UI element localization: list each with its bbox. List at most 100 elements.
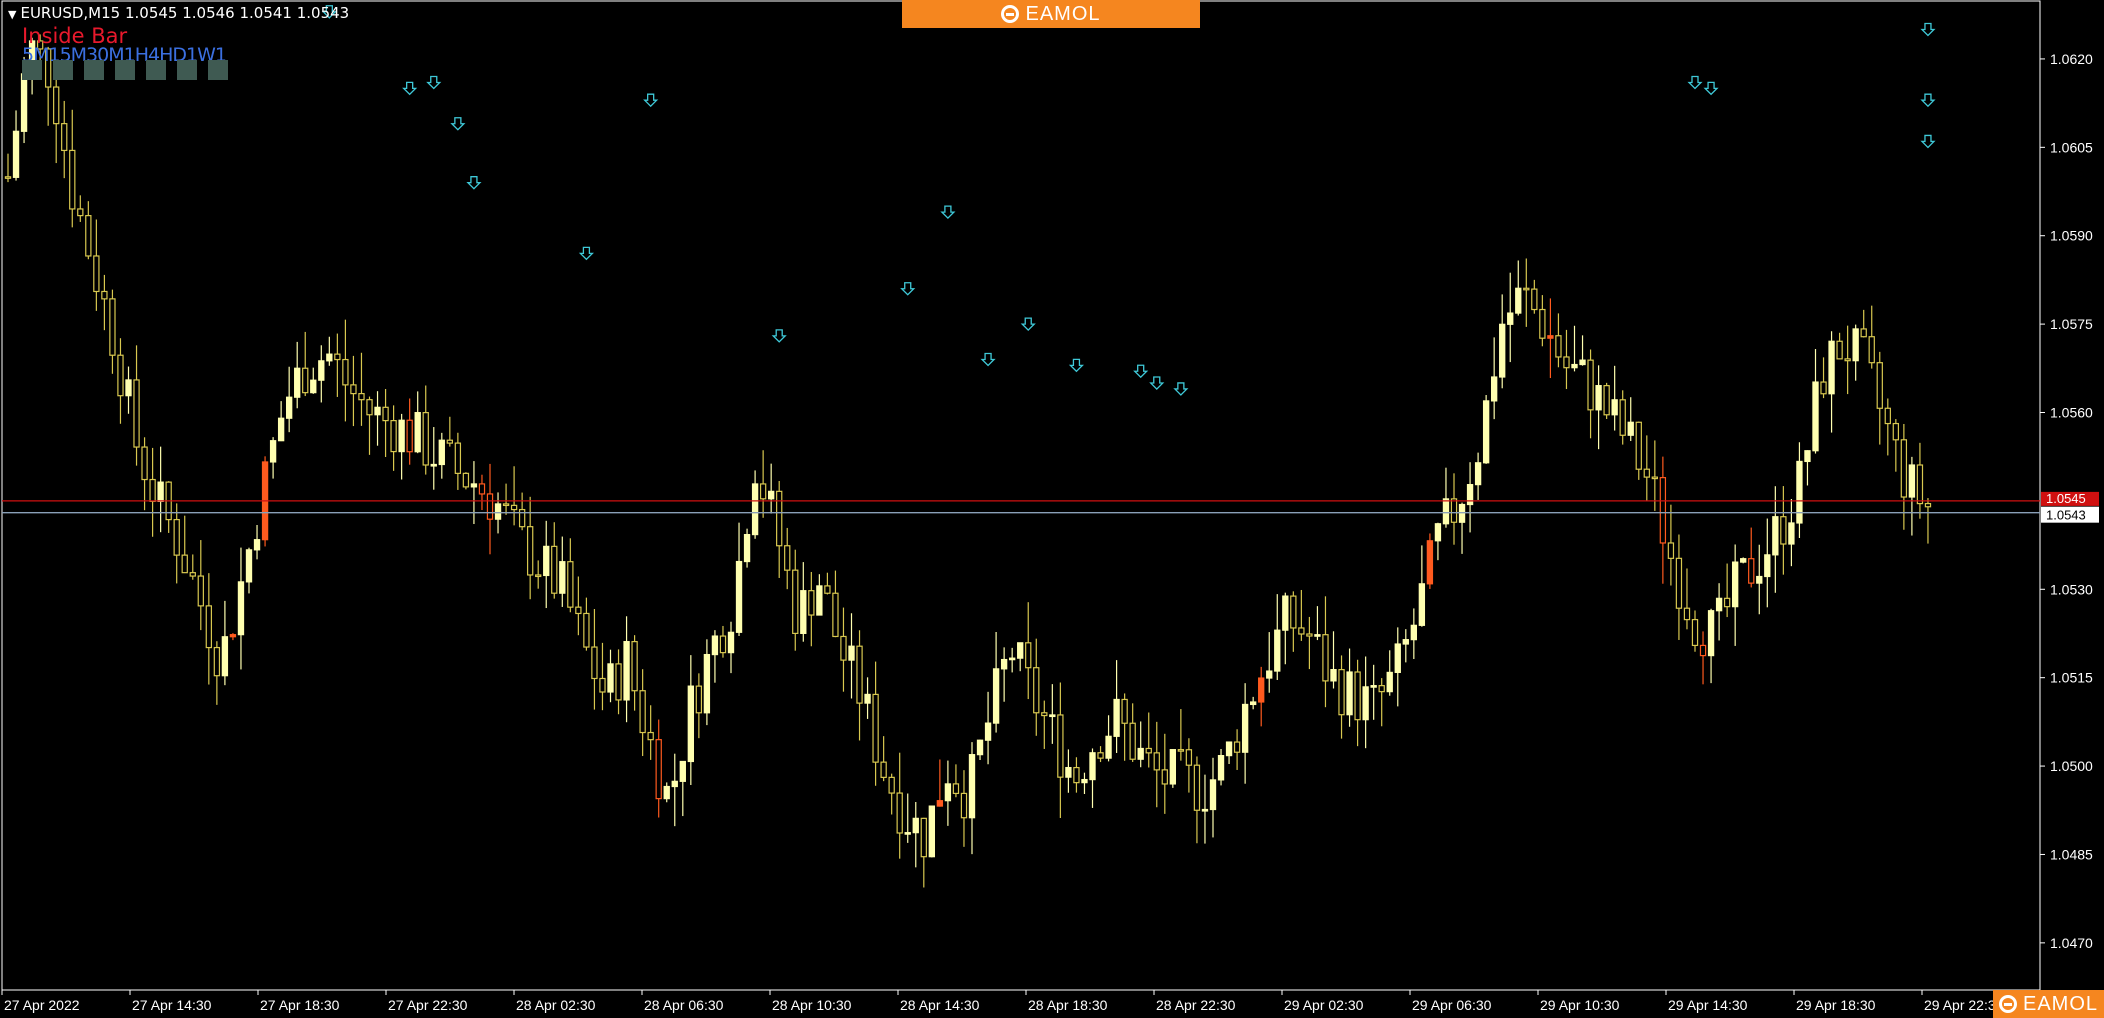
candle-body: [1707, 610, 1715, 657]
candle-body: [1458, 503, 1466, 523]
candle-body: [526, 526, 534, 576]
candle-body: [751, 483, 759, 536]
candle-body: [679, 760, 686, 782]
candle-body: [494, 503, 502, 520]
candle-body: [510, 504, 518, 511]
candle-body: [1394, 643, 1401, 674]
candle-body: [1306, 633, 1313, 637]
candle-body: [61, 123, 68, 152]
candle-body: [727, 631, 735, 654]
candle-body: [438, 439, 445, 466]
candle-body: [1121, 698, 1128, 724]
signal-arrow-icon: [771, 329, 787, 343]
candle-body: [631, 641, 638, 692]
candle-body: [1860, 328, 1867, 338]
signal-arrow-icon: [1133, 364, 1149, 379]
candle-body: [478, 483, 486, 495]
ask-price-label: 1.0543: [2046, 508, 2086, 523]
candle-body: [1129, 722, 1136, 760]
tf-status-box[interactable]: [53, 60, 73, 80]
candle-body: [776, 490, 783, 547]
chart-window[interactable]: 1.0620 1.0605 1.0590 1.0575 1.0560 1.0530 1.05…: [0, 0, 2104, 1018]
candle-body: [832, 592, 839, 638]
candle-body: [1266, 670, 1273, 679]
candle-body: [1587, 359, 1594, 411]
signal-arrow-icon: [1173, 382, 1189, 396]
candle-body: [1547, 335, 1554, 339]
brand-banner-bottom[interactable]: EAMOL: [1993, 990, 2104, 1018]
candle-body: [719, 635, 727, 654]
candle-body: [1346, 671, 1353, 716]
candle-body: [1643, 468, 1650, 478]
candle-body: [1515, 287, 1522, 314]
candle-body: [1667, 542, 1675, 559]
candle-body: [535, 574, 542, 578]
candle-body: [1081, 778, 1088, 784]
x-tick-label: 28 Apr 06:30: [644, 997, 724, 1013]
candle-body: [615, 663, 622, 701]
signal-arrow-icon: [426, 75, 442, 90]
y-tick-label: 1.0515: [2050, 670, 2093, 686]
candle-body: [318, 360, 325, 381]
tf-status-box[interactable]: [146, 60, 166, 80]
candle-body: [1627, 421, 1634, 436]
x-tick-label: 27 Apr 2022: [4, 997, 80, 1013]
candle-body: [1740, 558, 1747, 563]
x-tick-label: 29 Apr 06:30: [1412, 997, 1492, 1013]
candle-body: [342, 358, 349, 386]
candle-body: [334, 353, 341, 361]
collapse-triangle-icon[interactable]: ▼: [8, 8, 16, 21]
candle-body: [1924, 502, 1932, 508]
signal-arrow-icon: [1920, 22, 1936, 37]
candle-body: [1017, 642, 1024, 659]
candle-body: [1338, 669, 1345, 716]
tf-status-box[interactable]: [177, 60, 197, 80]
tf-status-box[interactable]: [208, 60, 228, 80]
candle-body: [912, 817, 919, 834]
candle-body: [229, 634, 237, 638]
signal-arrow-icon: [1687, 75, 1703, 90]
candle-body: [1290, 595, 1297, 629]
candle-body: [502, 503, 510, 507]
signal-arrow-icon: [402, 81, 418, 96]
tf-status-box[interactable]: [22, 60, 42, 80]
candle-body: [543, 545, 550, 577]
candle-body: [1531, 288, 1538, 311]
candle-body: [1169, 749, 1177, 785]
signal-arrow-icon: [1149, 376, 1165, 390]
tf-status-box[interactable]: [84, 60, 104, 80]
x-tick-label: 28 Apr 14:30: [900, 997, 980, 1013]
tf-status-box[interactable]: [115, 60, 135, 80]
candle-body: [960, 792, 968, 819]
signal-arrow-icon: [1068, 358, 1084, 373]
candle-body: [703, 653, 711, 714]
x-tick-label: 27 Apr 14:30: [132, 997, 212, 1013]
candle-body: [1884, 407, 1891, 425]
bid-price-label: 1.0545: [2046, 491, 2086, 506]
candle-body: [759, 483, 767, 500]
x-tick-label: 28 Apr 22:30: [1156, 997, 1236, 1013]
candle-body: [735, 560, 743, 633]
candle-body: [1683, 607, 1691, 621]
candle-body: [374, 406, 381, 416]
signal-arrow-icon: [1920, 134, 1936, 149]
candle-body: [1595, 385, 1602, 411]
candle-body: [1097, 752, 1104, 759]
brand-banner-top[interactable]: EAMOL: [902, 0, 1200, 28]
candle-body: [800, 590, 807, 634]
candle-body: [896, 792, 903, 834]
brand-name: EAMOL: [2022, 992, 2099, 1015]
candle-body: [840, 635, 847, 661]
candle-body: [1651, 476, 1659, 480]
x-tick-label: 28 Apr 18:30: [1028, 997, 1108, 1013]
candle-body: [294, 367, 301, 398]
candle-body: [816, 585, 823, 616]
candle-body: [1410, 624, 1418, 641]
candle-body: [1442, 498, 1450, 525]
signal-arrow-icon: [980, 352, 996, 367]
candle-body: [1603, 385, 1610, 416]
candle-body: [1322, 634, 1329, 682]
price-chart[interactable]: 1.0620 1.0605 1.0590 1.0575 1.0560 1.0530 1.05…: [0, 0, 2104, 1018]
candle-body: [559, 561, 566, 594]
x-tick-label: 29 Apr 02:30: [1284, 997, 1364, 1013]
